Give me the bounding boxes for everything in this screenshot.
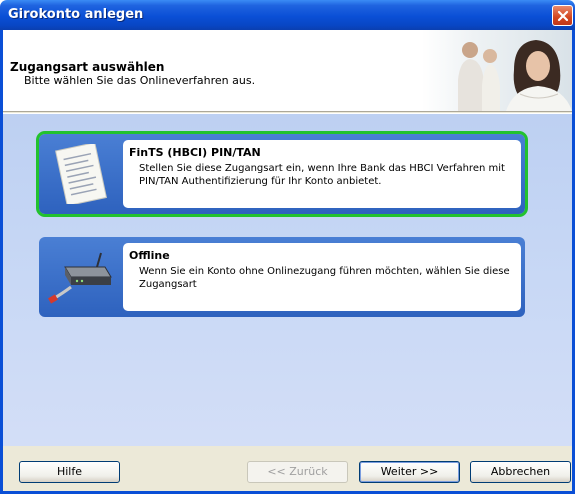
help-button[interactable]: Hilfe [19,461,120,483]
wizard-header: Zugangsart auswählen Bitte wählen Sie da… [3,30,572,112]
title-bar[interactable]: Girokonto anlegen [0,0,575,30]
option-fints-text-box: FinTS (HBCI) PIN/TAN Stellen Sie diese Z… [123,140,521,208]
header-title: Zugangsart auswählen [10,60,165,74]
close-button[interactable] [552,5,573,26]
option-fints-title: FinTS (HBCI) PIN/TAN [129,146,261,159]
header-subtitle: Bitte wählen Sie das Onlineverfahren aus… [24,74,256,87]
router-cable-icon [48,252,112,304]
window-title: Girokonto anlegen [8,7,144,22]
option-offline-title: Offline [129,249,170,262]
option-fints-description: Stellen Sie diese Zugangsart ein, wenn I… [139,163,505,187]
option-offline-text-box: Offline Wenn Sie ein Konto ohne Onlinezu… [123,243,521,311]
option-offline[interactable]: Offline Wenn Sie ein Konto ohne Onlinezu… [39,237,525,317]
close-icon [557,10,569,22]
cancel-button[interactable]: Abbrechen [470,461,571,483]
wizard-footer: Hilfe << Zurück Weiter >> Abbrechen [3,446,572,491]
tan-list-icon [55,144,107,204]
next-button[interactable]: Weiter >> [359,461,460,483]
option-fints-pin-tan[interactable]: FinTS (HBCI) PIN/TAN Stellen Sie diese Z… [36,131,528,217]
back-button[interactable]: << Zurück [247,461,348,483]
option-panel: FinTS (HBCI) PIN/TAN Stellen Sie diese Z… [3,113,572,446]
option-offline-description: Wenn Sie ein Konto ohne Onlinezugang füh… [139,266,510,290]
header-people-photo [422,30,572,111]
